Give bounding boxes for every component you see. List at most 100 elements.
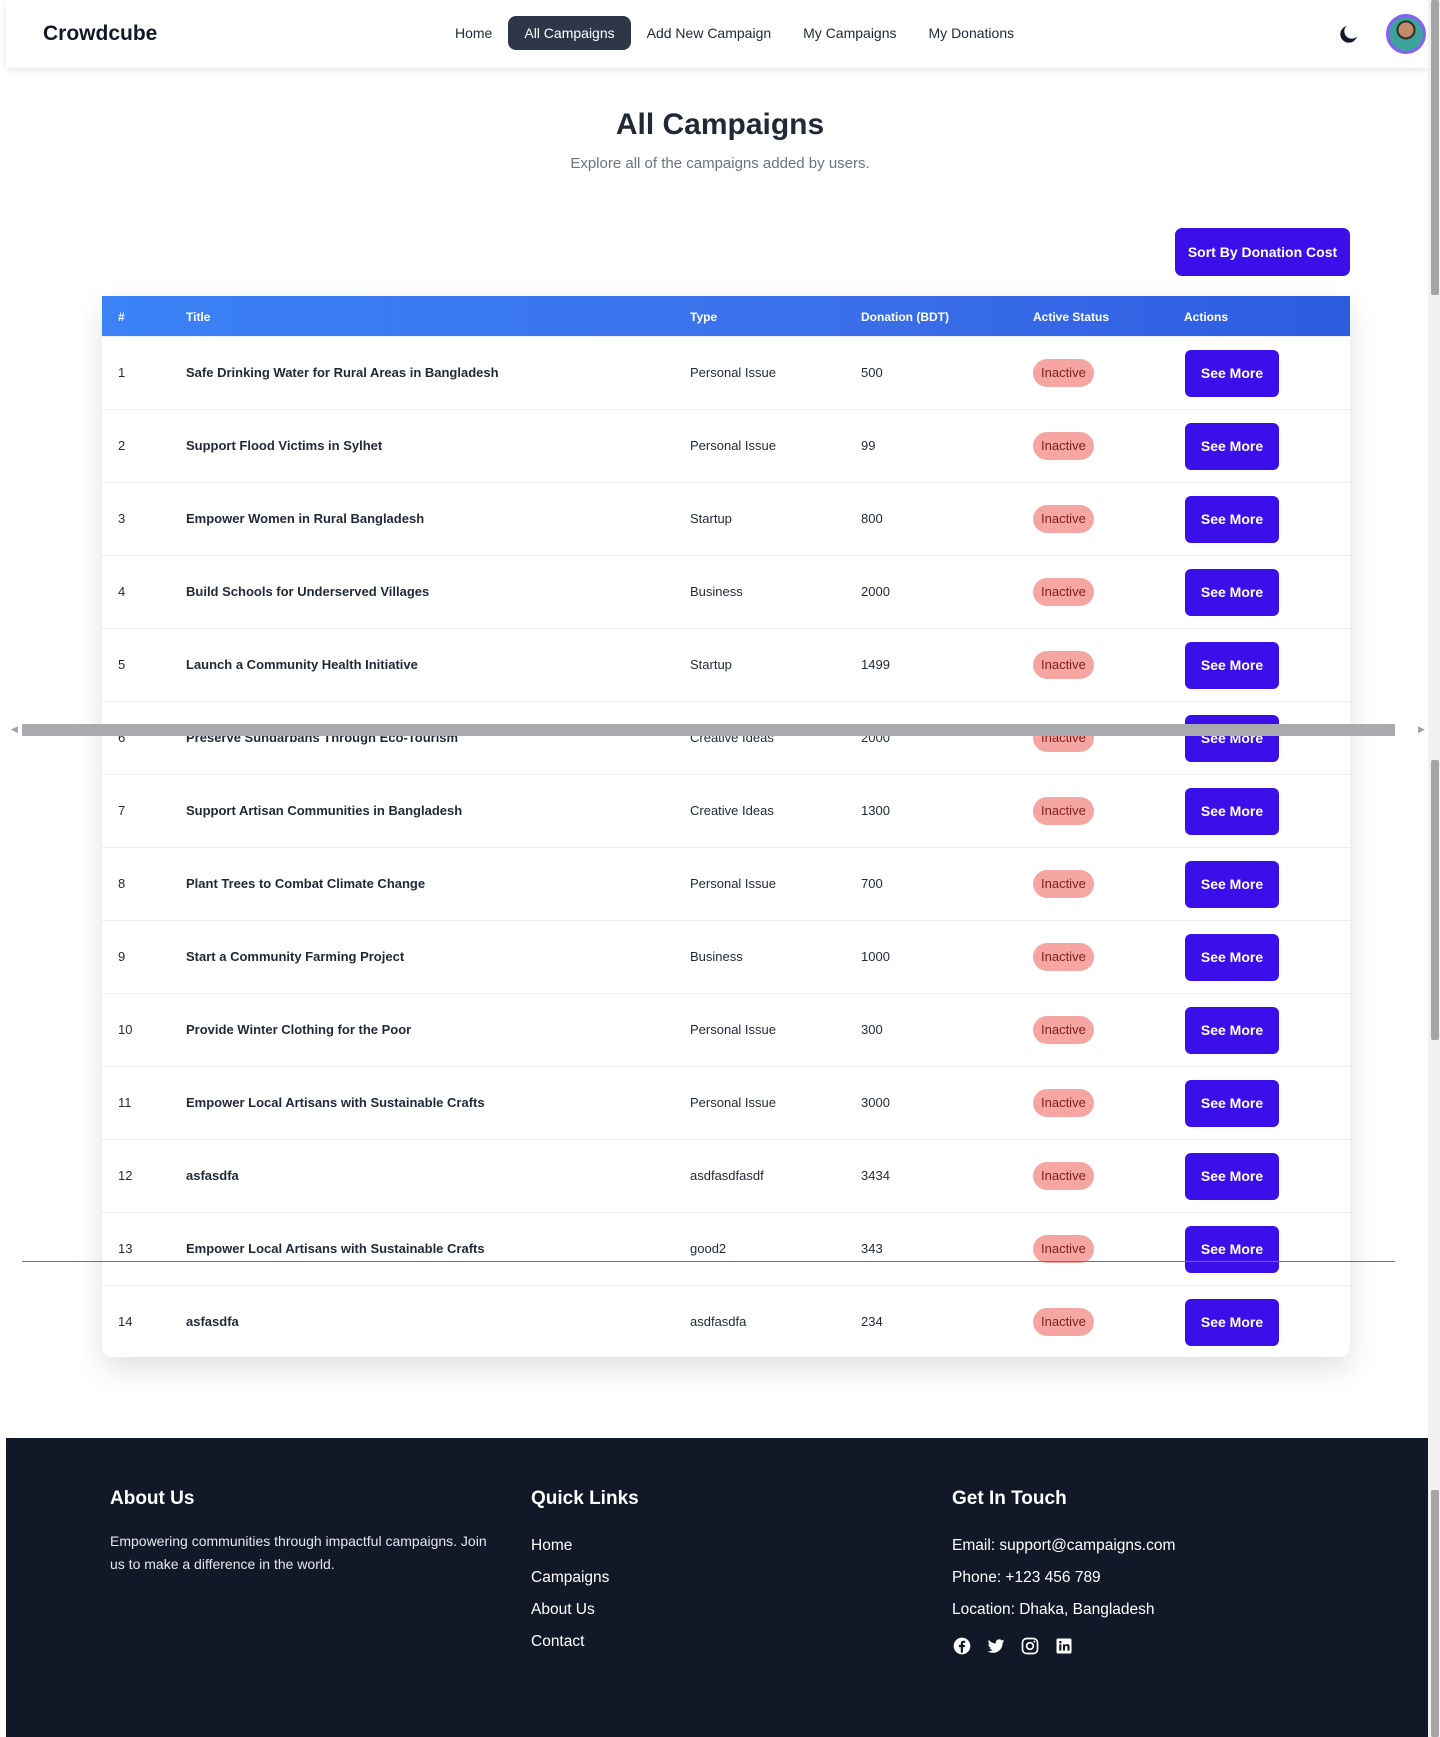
- user-avatar[interactable]: [1386, 14, 1426, 54]
- header-actions: Actions: [1184, 310, 1229, 324]
- see-more-button[interactable]: See More: [1185, 1299, 1279, 1346]
- row-number: 12: [118, 1168, 133, 1183]
- table-row: 9 Start a Community Farming Project Busine…: [102, 920, 1350, 993]
- row-number: 7: [118, 803, 126, 818]
- instagram-icon[interactable]: [1020, 1636, 1040, 1656]
- horizontal-scrollbar-line: [22, 1261, 1395, 1262]
- row-title: Empower Local Artisans with Sustainable …: [186, 1241, 485, 1256]
- row-number: 8: [118, 876, 126, 891]
- footer-email: Email: support@campaigns.com: [952, 1537, 1176, 1554]
- status-badge: Inactive: [1033, 359, 1094, 387]
- status-badge: Inactive: [1033, 1016, 1094, 1044]
- footer-link-contact[interactable]: Contact: [531, 1626, 639, 1658]
- nav-link-my-donations[interactable]: My Donations: [913, 16, 1031, 50]
- row-number: 2: [118, 438, 126, 453]
- footer-link-about-us[interactable]: About Us: [531, 1594, 639, 1626]
- row-type: Personal Issue: [690, 1095, 776, 1110]
- row-donation: 99: [861, 438, 876, 453]
- row-title: Start a Community Farming Project: [186, 949, 405, 964]
- see-more-button[interactable]: See More: [1185, 496, 1279, 543]
- status-badge: Inactive: [1033, 505, 1094, 533]
- header-active-status: Active Status: [1033, 310, 1110, 324]
- facebook-icon[interactable]: [952, 1636, 972, 1656]
- brand-logo[interactable]: Crowdcube: [43, 22, 157, 46]
- row-donation: 800: [861, 511, 883, 526]
- row-number: 1: [118, 365, 126, 380]
- row-type: Personal Issue: [690, 365, 776, 380]
- row-number: 13: [118, 1241, 133, 1256]
- footer-quick-links: Quick Links Home Campaigns About Us Cont…: [531, 1488, 639, 1658]
- see-more-button[interactable]: See More: [1185, 1080, 1279, 1127]
- header-title: Title: [186, 310, 211, 324]
- nav-link-all-campaigns[interactable]: All Campaigns: [508, 16, 631, 50]
- footer-link-campaigns[interactable]: Campaigns: [531, 1562, 639, 1594]
- see-more-button[interactable]: See More: [1185, 423, 1279, 470]
- status-badge: Inactive: [1033, 578, 1094, 606]
- table-row: 13 Empower Local Artisans with Sustainabl…: [102, 1212, 1350, 1285]
- footer-about-text: Empowering communities through impactful…: [110, 1533, 487, 1572]
- table-row: 11 Empower Local Artisans with Sustainabl…: [102, 1066, 1350, 1139]
- status-badge: Inactive: [1033, 1235, 1094, 1263]
- row-type: Business: [690, 584, 743, 599]
- row-title: Launch a Community Health Initiative: [186, 657, 418, 672]
- nav-links: Home All Campaigns Add New Campaign My C…: [439, 16, 1030, 50]
- footer-contact: Get In Touch Email: support@campaigns.co…: [952, 1488, 1175, 1656]
- vertical-scrollbar-thumb-tertiary[interactable]: [1431, 1490, 1439, 1737]
- see-more-button[interactable]: See More: [1185, 861, 1279, 908]
- see-more-button[interactable]: See More: [1185, 1226, 1279, 1273]
- row-type: asdfasdfa: [690, 1314, 747, 1329]
- table-row: 6 Preserve Sundarbans Through Eco-Tourism…: [102, 701, 1350, 774]
- row-type: Personal Issue: [690, 438, 776, 453]
- row-number: 10: [118, 1022, 133, 1037]
- header-type: Type: [690, 310, 718, 324]
- status-badge: Inactive: [1033, 1089, 1094, 1117]
- see-more-button[interactable]: See More: [1185, 788, 1279, 835]
- footer-about-heading: About Us: [110, 1488, 195, 1509]
- row-title: Safe Drinking Water for Rural Areas in B…: [186, 365, 499, 380]
- vertical-scrollbar-thumb-secondary[interactable]: [1431, 760, 1439, 1040]
- row-type: good2: [690, 1241, 727, 1256]
- row-number: 14: [118, 1314, 133, 1329]
- row-donation: 1000: [861, 949, 890, 964]
- status-badge: Inactive: [1033, 1308, 1094, 1336]
- see-more-button[interactable]: See More: [1185, 1153, 1279, 1200]
- footer-phone: Phone: +123 456 789: [952, 1569, 1101, 1586]
- footer-quick-links-heading: Quick Links: [531, 1488, 639, 1509]
- twitter-icon[interactable]: [986, 1636, 1006, 1656]
- footer-link-home[interactable]: Home: [531, 1530, 639, 1562]
- status-badge: Inactive: [1033, 432, 1094, 460]
- see-more-button[interactable]: See More: [1185, 715, 1279, 762]
- see-more-button[interactable]: See More: [1185, 569, 1279, 616]
- header-donation: Donation (BDT): [861, 310, 949, 324]
- horizontal-scrollbar[interactable]: [22, 724, 1395, 736]
- scroll-left-arrow[interactable]: ◀: [11, 724, 18, 735]
- see-more-button[interactable]: See More: [1185, 1007, 1279, 1054]
- header-number: #: [118, 310, 125, 324]
- navbar: Crowdcube Home All Campaigns Add New Cam…: [6, 0, 1428, 68]
- sort-by-donation-button[interactable]: Sort By Donation Cost: [1175, 228, 1350, 276]
- moon-icon[interactable]: [1337, 22, 1361, 46]
- row-number: 3: [118, 511, 126, 526]
- row-donation: 234: [861, 1314, 883, 1329]
- vertical-scrollbar-thumb[interactable]: [1431, 0, 1439, 295]
- see-more-button[interactable]: See More: [1185, 934, 1279, 981]
- page: Crowdcube Home All Campaigns Add New Cam…: [0, 0, 1428, 1737]
- row-title: asfasdfa: [186, 1168, 239, 1183]
- nav-link-home[interactable]: Home: [439, 16, 508, 50]
- campaigns-table: # Title Type Donation (BDT) Active Statu…: [102, 296, 1350, 1357]
- row-donation: 300: [861, 1022, 883, 1037]
- scroll-right-arrow[interactable]: ▶: [1418, 724, 1425, 735]
- see-more-button[interactable]: See More: [1185, 642, 1279, 689]
- page-subtitle: Explore all of the campaigns added by us…: [570, 155, 870, 172]
- table-row: 14 asfasdfa asdfasdfa 234 Inactive See More: [102, 1285, 1350, 1357]
- row-type: Startup: [690, 657, 732, 672]
- status-badge: Inactive: [1033, 943, 1094, 971]
- see-more-button[interactable]: See More: [1185, 350, 1279, 397]
- nav-link-add-campaign[interactable]: Add New Campaign: [631, 16, 788, 50]
- nav-link-my-campaigns[interactable]: My Campaigns: [787, 16, 912, 50]
- row-donation: 1499: [861, 657, 890, 672]
- table-row: 1 Safe Drinking Water for Rural Areas in …: [102, 336, 1350, 409]
- row-title: Support Flood Victims in Sylhet: [186, 438, 383, 453]
- linkedin-icon[interactable]: [1054, 1636, 1074, 1656]
- row-number: 11: [118, 1095, 132, 1110]
